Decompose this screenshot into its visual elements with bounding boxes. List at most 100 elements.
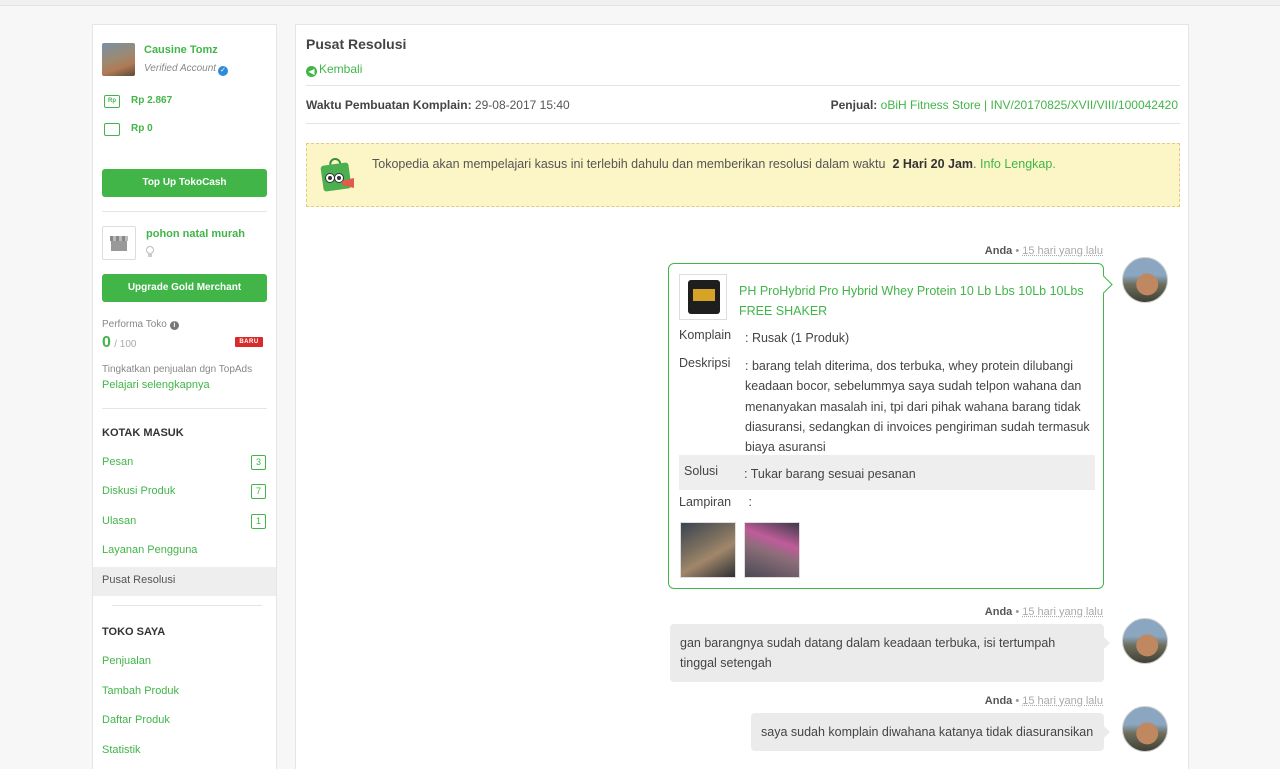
avatar xyxy=(1122,706,1168,752)
sidebar-item-statistik[interactable]: Statistik xyxy=(93,737,276,766)
sidebar-item-pusat-resolusi[interactable]: Pusat Resolusi xyxy=(93,567,276,596)
attachment-image[interactable] xyxy=(680,522,736,578)
solusi-label: Solusi xyxy=(684,464,719,478)
sidebar-item-diskusi-produk[interactable]: Diskusi Produk 7 xyxy=(93,478,276,507)
divider xyxy=(102,408,267,409)
divider xyxy=(102,211,267,212)
new-badge: BARU xyxy=(235,337,263,347)
money-icon: Rp xyxy=(104,95,120,108)
product-thumbnail[interactable] xyxy=(679,274,727,320)
inbox-title: KOTAK MASUK xyxy=(102,427,184,439)
toko-title: TOKO SAYA xyxy=(102,626,166,638)
sidebar-item-label: Pusat Resolusi xyxy=(102,574,176,586)
deskripsi-row: Deskripsi : barang telah diterima, dos t… xyxy=(679,356,1095,457)
deskripsi-value: : barang telah diterima, dos terbuka, wh… xyxy=(745,359,1090,455)
sidebar-item-penjualan[interactable]: Penjualan xyxy=(93,648,276,677)
deskripsi-label: Deskripsi xyxy=(679,356,731,370)
seller-store-link[interactable]: oBiH Fitness Store xyxy=(881,98,981,112)
sidebar-item-label: Daftar Produk xyxy=(102,714,170,726)
upgrade-gold-merchant-button[interactable]: Upgrade Gold Merchant xyxy=(102,274,267,302)
komplain-row: Komplain : Rusak (1 Produk) xyxy=(679,328,1095,348)
balance-tokocash-value: Rp 0 xyxy=(131,123,153,134)
tokopedia-mascot-icon xyxy=(320,157,354,192)
divider xyxy=(112,605,262,606)
seller-info: Penjual: oBiH Fitness Store | INV/201708… xyxy=(831,98,1178,112)
resolution-notice: Tokopedia akan mempelajari kasus ini ter… xyxy=(306,143,1180,207)
lampiran-colon: : xyxy=(748,495,752,509)
sidebar-item-tambah-produk[interactable]: Tambah Produk xyxy=(93,678,276,707)
performa-score: 0 / 100 xyxy=(102,334,137,352)
info-icon[interactable]: i xyxy=(169,321,179,330)
solusi-value: : Tukar barang sesuai pesanan xyxy=(744,467,916,481)
top-bar xyxy=(0,0,1280,6)
complain-time-label: Waktu Pembuatan Komplain: xyxy=(306,98,472,112)
topads-text: Tingkatkan penjualan dgn TopAds xyxy=(102,364,253,375)
notice-duration: 2 Hari 20 Jam xyxy=(892,157,974,171)
message-time: 15 hari yang lalu xyxy=(1022,606,1103,618)
sidebar-item-pesan[interactable]: Pesan 3 xyxy=(93,449,276,478)
sidebar-item-layanan-pengguna[interactable]: Layanan Pengguna xyxy=(93,537,276,566)
top-up-tokocash-button[interactable]: Top Up TokoCash xyxy=(102,169,267,197)
message-meta: Anda • 15 hari yang lalu xyxy=(984,606,1103,618)
balance-saldo-value: Rp 2.867 xyxy=(131,95,173,106)
medal-icon xyxy=(146,246,154,257)
notice-end: . xyxy=(973,157,977,171)
count-badge: 3 xyxy=(251,455,266,470)
seller-label: Penjual: xyxy=(830,98,878,112)
avatar xyxy=(1122,257,1168,303)
avatar[interactable] xyxy=(102,43,135,76)
info-lengkap-link[interactable]: Info Lengkap xyxy=(980,157,1052,171)
avatar xyxy=(1122,618,1168,664)
attachment-image[interactable] xyxy=(744,522,800,578)
count-badge: 7 xyxy=(251,484,266,499)
count-badge: 1 xyxy=(251,514,266,529)
message-text: gan barangnya sudah datang dalam keadaan… xyxy=(680,636,1056,670)
sidebar-item-ulasan[interactable]: Ulasan 1 xyxy=(93,508,276,537)
sidebar-item-daftar-produk[interactable]: Daftar Produk xyxy=(93,707,276,736)
komplain-value: : Rusak (1 Produk) xyxy=(745,331,850,345)
message-text: saya sudah komplain diwahana katanya tid… xyxy=(761,725,1094,739)
message-meta: Anda • 15 hari yang lalu xyxy=(984,695,1103,707)
sidebar-item-label: Ulasan xyxy=(102,515,137,527)
notice-text: Tokopedia akan mempelajari kasus ini ter… xyxy=(372,157,1056,171)
lampiran-label-text: Lampiran xyxy=(679,495,732,509)
notice-link-end: . xyxy=(1052,157,1056,171)
performa-label-text: Performa Toko xyxy=(102,319,167,330)
back-link[interactable]: ◀ Kembali xyxy=(306,62,362,77)
sidebar-item-label: Diskusi Produk xyxy=(102,485,176,497)
topads-link[interactable]: Pelajari selengkapnya xyxy=(102,379,210,391)
shop-icon[interactable] xyxy=(102,226,136,260)
notice-main-text: Tokopedia akan mempelajari kasus ini ter… xyxy=(372,157,886,171)
product-link[interactable]: PH ProHybrid Pro Hybrid Whey Protein 10 … xyxy=(739,281,1089,321)
sidebar-item-label: Penjualan xyxy=(102,655,151,667)
verified-text: Verified Account xyxy=(144,63,217,74)
sidebar-item-label: Tambah Produk xyxy=(102,685,180,697)
sidebar-item-label: Pesan xyxy=(102,456,134,468)
verified-check-icon: ✓ xyxy=(218,66,229,76)
invoice-link[interactable]: INV/20170825/XVII/VIII/100042420 xyxy=(991,98,1178,112)
shop-name[interactable]: pohon natal murah xyxy=(146,228,245,240)
sidebar: Causine Tomz Verified Account ✓ Rp Rp 2.8… xyxy=(92,24,277,769)
performa-label: Performa Toko i xyxy=(102,319,179,330)
back-label: Kembali xyxy=(319,62,363,76)
message-meta: Anda • 15 hari yang lalu xyxy=(984,245,1103,257)
solusi-row: Solusi : Tukar barang sesuai pesanan xyxy=(679,455,1095,490)
lampiran-label: Lampiran : xyxy=(679,495,752,509)
performa-max: / 100 xyxy=(114,339,137,350)
message-time: 15 hari yang lalu xyxy=(1022,695,1103,707)
divider xyxy=(306,123,1180,124)
complaint-card: PH ProHybrid Pro Hybrid Whey Protein 10 … xyxy=(668,263,1104,589)
complain-time: Waktu Pembuatan Komplain: 29-08-2017 15:… xyxy=(306,98,570,112)
main-panel: Pusat Resolusi ◀ Kembali Waktu Pembuatan … xyxy=(295,24,1189,769)
sidebar-item-label: Statistik xyxy=(102,744,141,756)
wallet-icon xyxy=(104,123,120,136)
divider xyxy=(306,85,1180,86)
arrow-left-icon: ◀ xyxy=(306,66,317,77)
message-bubble: gan barangnya sudah datang dalam keadaan… xyxy=(670,624,1110,682)
user-name[interactable]: Causine Tomz xyxy=(144,44,218,56)
seller-separator: | xyxy=(984,98,988,112)
message-time: 15 hari yang lalu xyxy=(1022,245,1103,257)
message-sender: Anda xyxy=(984,606,1013,618)
complain-time-value: 29-08-2017 15:40 xyxy=(474,98,570,112)
message-sender: Anda xyxy=(984,695,1013,707)
